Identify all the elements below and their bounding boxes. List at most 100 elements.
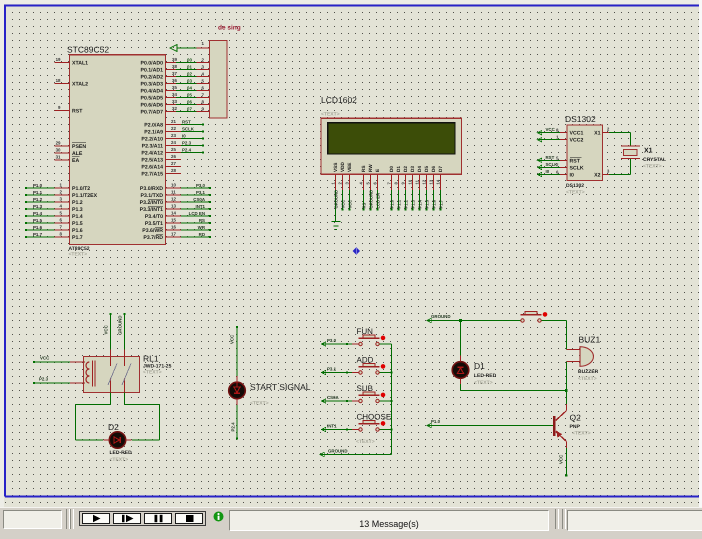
svg-text:RS: RS [361,202,366,208]
svg-text:04: 04 [187,85,192,90]
svg-text:I0: I0 [182,133,186,138]
svg-text:17: 17 [171,232,176,237]
svg-text:P0.6/AD6: P0.6/AD6 [141,103,164,109]
svg-text:P1.5: P1.5 [424,199,429,208]
svg-text:LCD EN: LCD EN [375,193,380,209]
svg-text:00: 00 [187,57,192,62]
svg-text:28: 28 [171,168,176,173]
svg-text:30: 30 [56,148,61,153]
svg-text:GROUND: GROUND [368,190,373,209]
svg-text:14: 14 [436,179,441,184]
svg-text:P0.5/AD5: P0.5/AD5 [141,96,164,102]
svg-text:13: 13 [429,179,434,184]
svg-text:19: 19 [56,57,61,62]
svg-text:P1.1: P1.1 [33,190,43,195]
svg-text:16: 16 [171,225,176,230]
svg-text:<TEXT>: <TEXT> [321,112,340,118]
svg-text:P0.4/AD4: P0.4/AD4 [141,89,164,95]
svg-text:38: 38 [172,64,177,69]
svg-text:RS: RS [199,218,205,223]
svg-text:<TEXT>: <TEXT> [69,252,88,258]
svg-text:P1.4: P1.4 [33,211,43,216]
svg-text:P2.5/A13: P2.5/A13 [141,158,163,164]
svg-text:P3.1: P3.1 [196,190,206,195]
svg-text:I0: I0 [570,173,574,179]
svg-text:E: E [375,169,380,172]
svg-text:P2.6/A14: P2.6/A14 [141,165,163,171]
svg-text:P1.0: P1.0 [389,199,394,208]
svg-text:39: 39 [172,57,177,62]
svg-text:D6: D6 [431,166,436,172]
svg-text:GROUND: GROUND [328,449,348,454]
svg-text:VCC: VCC [340,200,345,209]
svg-text:RW: RW [368,164,373,172]
svg-text:D0: D0 [389,166,394,172]
svg-text:P2.1/A9: P2.1/A9 [144,130,163,136]
svg-text:11: 11 [415,179,420,184]
svg-text:D4: D4 [417,166,422,172]
svg-text:13: 13 [171,204,176,209]
svg-text:XTAL2: XTAL2 [72,82,88,88]
svg-text:GROUND: GROUND [431,314,451,319]
svg-text:12: 12 [171,197,176,202]
svg-text:<TEXT>: <TEXT> [474,380,493,386]
svg-text:VCC1: VCC1 [570,131,584,137]
svg-text:ALE: ALE [72,151,83,157]
svg-text:D2: D2 [108,422,119,432]
svg-text:P2.4/A12: P2.4/A12 [141,151,163,157]
svg-text:RL1: RL1 [143,354,159,364]
svg-text:P1.5: P1.5 [33,218,43,223]
svg-text:P3.0/RXD: P3.0/RXD [140,186,163,192]
svg-text:11: 11 [171,190,176,195]
svg-text:P0.0/AD0: P0.0/AD0 [141,61,164,67]
svg-text:GROUND: GROUND [118,315,123,335]
svg-text:24: 24 [171,140,176,145]
svg-text:P1.3: P1.3 [72,207,83,213]
svg-text:10: 10 [408,179,413,184]
svg-text:P1.3: P1.3 [33,204,43,209]
svg-text:P3.4/T0: P3.4/T0 [145,214,163,220]
svg-text:10: 10 [171,183,176,188]
svg-text:RST: RST [570,158,581,164]
svg-text:P1.5: P1.5 [72,221,83,227]
svg-text:I0: I0 [546,169,550,174]
svg-text:22: 22 [171,126,176,131]
svg-text:de sing: de sing [218,25,241,32]
svg-text:P3.5/T1: P3.5/T1 [145,221,163,227]
svg-text:DS1302: DS1302 [566,183,584,189]
svg-text:P3.6/WR: P3.6/WR [142,228,163,234]
svg-text:31: 31 [56,155,61,160]
svg-text:D1: D1 [474,361,485,371]
svg-text:LED-RED: LED-RED [110,450,133,456]
svg-text:INT1: INT1 [327,424,337,429]
svg-text:18: 18 [56,78,61,83]
svg-text:VSS: VSS [333,163,338,172]
svg-text:<TEXT>: <TEXT> [143,370,162,376]
svg-text:P1.0: P1.0 [33,183,43,188]
svg-text:X1: X1 [594,131,600,137]
svg-text:D7: D7 [438,166,443,172]
svg-text:P1.4: P1.4 [72,214,83,220]
svg-text:RST: RST [182,119,191,124]
svg-text:23: 23 [171,133,176,138]
svg-text:P1.1/T2EX: P1.1/T2EX [72,193,98,199]
svg-text:34: 34 [172,92,177,97]
svg-text:P1.1: P1.1 [396,199,401,208]
svg-text:35: 35 [172,85,177,90]
svg-text:<TEXT>: <TEXT> [578,376,597,382]
svg-text:P1.6: P1.6 [72,228,83,234]
svg-text:P0.3/AD3: P0.3/AD3 [141,82,164,88]
svg-text:P1.6: P1.6 [33,225,43,230]
svg-text:P2.7/A15: P2.7/A15 [141,172,163,178]
svg-text:P3.3/INT1: P3.3/INT1 [140,207,163,213]
svg-text:P3.0: P3.0 [196,183,206,188]
svg-text:VCC: VCC [230,334,235,344]
svg-text:01: 01 [187,64,192,69]
svg-text:02: 02 [187,71,192,76]
svg-text:15: 15 [171,218,176,223]
svg-text:25: 25 [171,147,176,152]
svg-text:EA: EA [72,158,79,164]
svg-text:BUZZER: BUZZER [578,369,599,375]
svg-text:INT1: INT1 [195,204,205,209]
svg-text:P2.3: P2.3 [182,140,192,145]
